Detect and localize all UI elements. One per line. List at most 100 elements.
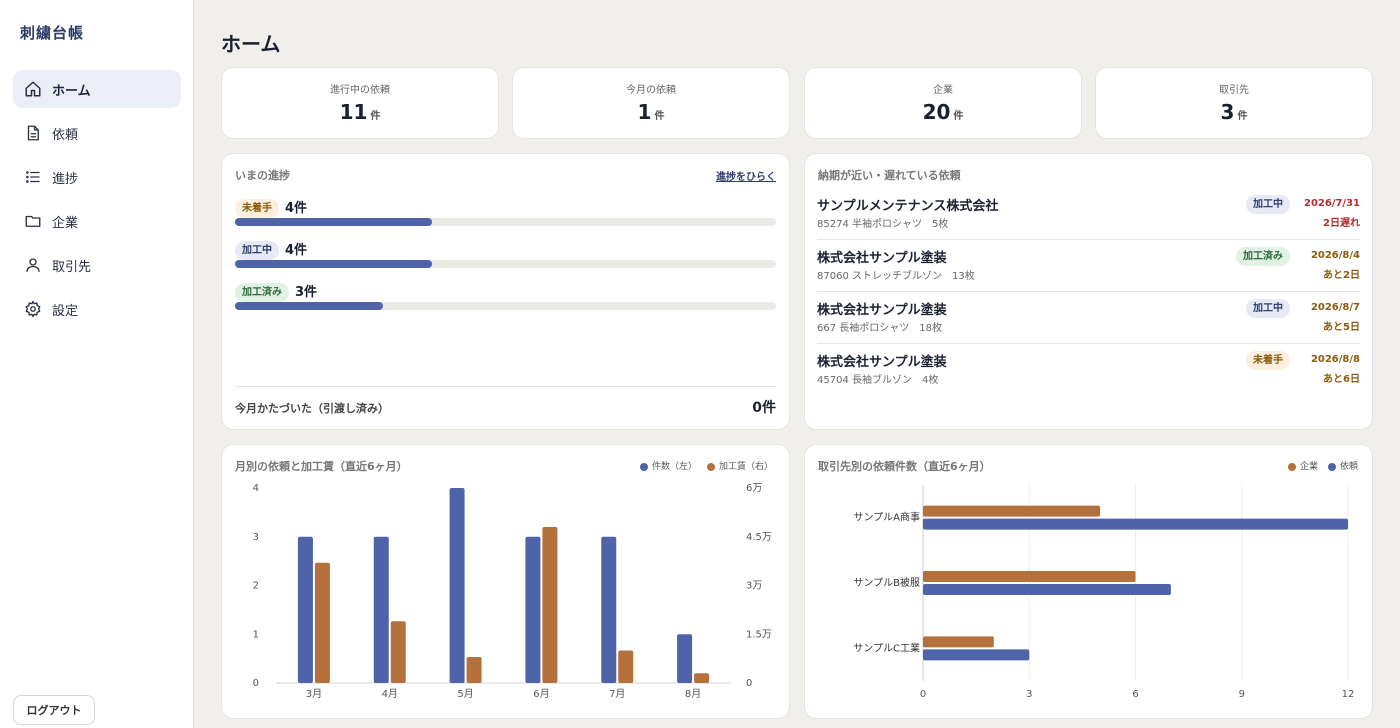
sidebar-item-label: 企業: [52, 215, 79, 231]
divider: [235, 386, 776, 387]
bar-fee: [694, 673, 710, 683]
document-icon: [24, 124, 42, 142]
due-remaining: あと5日: [1323, 322, 1360, 333]
status-badge: 未着手: [235, 199, 279, 218]
sidebar-item-label: 取引先: [52, 259, 92, 275]
y-tick: サンプルA商事: [853, 511, 920, 524]
stat-card-active-requests: 進行中の依頼 11 件: [221, 67, 499, 139]
x-tick: 3月: [306, 688, 322, 700]
due-date: 2026/8/4: [1310, 250, 1360, 261]
due-item[interactable]: 株式会社サンプル塗装 87060 ストレッチブルゾン 13枚 加工済み 2026…: [817, 247, 1360, 299]
stat-value: 11: [339, 100, 368, 124]
status-badge: 加工中: [1246, 195, 1290, 214]
bar-fee: [542, 527, 558, 683]
due-remaining: あと2日: [1323, 270, 1360, 281]
bar-count: [525, 536, 541, 683]
x-tick: 9: [1239, 689, 1245, 700]
stat-label: 企業: [933, 85, 953, 96]
bar-count: [449, 488, 465, 683]
y-tick-right: 3万: [746, 581, 762, 592]
due-item[interactable]: 株式会社サンプル塗装 45704 長袖ブルゾン 4枚 未着手 2026/8/8 …: [817, 351, 1360, 403]
bar-fee: [390, 621, 406, 683]
due-detail: 85274 半袖ポロシャツ 5枚: [817, 219, 949, 230]
x-tick: 6月: [533, 688, 549, 700]
due-company: 株式会社サンプル塗装: [817, 303, 947, 318]
sidebar-nav: ホーム 依頼 進捗 企業 取引先 設定: [13, 70, 181, 334]
y-tick-left: 3: [253, 532, 259, 543]
client-chart-card: 取引先別の依頼件数（直近6ヶ月） 企業 依頼 0 3 6 9 12 サンプルA商事 サンプル…: [804, 444, 1373, 719]
x-tick: 5月: [457, 688, 473, 700]
page-title: ホーム: [221, 32, 281, 56]
sidebar-item-settings[interactable]: 設定: [13, 290, 181, 328]
divider: [817, 239, 1360, 240]
month-done-label: 今月かたづいた（引渡し済み）: [235, 402, 389, 415]
stat-label: 取引先: [1219, 85, 1249, 96]
sidebar: 刺繍台帳 ホーム 依頼 進捗 企業 取引先 設定 ログアウト: [0, 0, 194, 728]
stat-unit: 件: [654, 111, 665, 122]
status-badge: 未着手: [1246, 351, 1290, 370]
sidebar-item-requests[interactable]: 依頼: [13, 114, 181, 152]
status-badge: 加工中: [1246, 299, 1290, 318]
sidebar-item-home[interactable]: ホーム: [13, 70, 181, 108]
bar-request: [923, 518, 1348, 530]
due-company: 株式会社サンプル塗装: [817, 355, 947, 370]
stat-card-companies: 企業 20 件: [804, 67, 1082, 139]
due-date: 2026/8/7: [1310, 302, 1360, 313]
sidebar-item-label: 進捗: [52, 171, 79, 187]
client-chart-svg: 0 3 6 9 12 サンプルA商事サンプルB被服サンプルC工業: [853, 485, 1354, 700]
bar-count: [677, 634, 693, 683]
sidebar-item-label: 依頼: [52, 127, 79, 143]
y-tick-right: 4.5万: [746, 532, 772, 543]
x-tick: 0: [920, 689, 926, 700]
progress-fill: [235, 218, 432, 226]
stat-value: 1: [637, 100, 652, 124]
progress-count: 4件: [285, 243, 308, 258]
x-tick: 6: [1132, 689, 1138, 700]
due-detail: 667 長袖ポロシャツ 18枚: [817, 323, 942, 334]
due-company: 株式会社サンプル塗装: [817, 251, 947, 266]
sidebar-item-progress[interactable]: 進捗: [13, 158, 181, 196]
bar-company: [923, 505, 1101, 517]
y-tick: サンプルB被服: [853, 576, 920, 589]
due-item[interactable]: サンプルメンテナンス株式会社 85274 半袖ポロシャツ 5枚 加工中 2026…: [817, 195, 1360, 247]
progress-fill: [235, 302, 383, 310]
bar-count: [373, 536, 389, 683]
sidebar-item-clients[interactable]: 取引先: [13, 246, 181, 284]
sidebar-item-label: 設定: [52, 303, 79, 319]
stat-value: 3: [1220, 100, 1235, 124]
stat-value: 20: [922, 100, 951, 124]
y-tick-left: 2: [253, 581, 259, 592]
due-item[interactable]: 株式会社サンプル塗装 667 長袖ポロシャツ 18枚 加工中 2026/8/7 …: [817, 299, 1360, 351]
open-progress-link[interactable]: 進捗をひらく: [716, 168, 776, 183]
progress-card: いまの進捗 進捗をひらく 未着手 4件 加工中 4件 加工済み 3件 今月かたづいた（…: [221, 153, 790, 430]
stat-unit: 件: [953, 111, 964, 122]
y-tick-right: 1.5万: [746, 629, 772, 640]
due-detail: 45704 長袖ブルゾン 4枚: [817, 375, 939, 386]
y-tick-right: 6万: [746, 483, 762, 494]
y-tick-left: 4: [253, 483, 259, 494]
due-card: 納期が近い・遅れている依頼 サンプルメンテナンス株式会社 85274 半袖ポロシ…: [804, 153, 1373, 430]
stat-label: 今月の依頼: [626, 85, 676, 96]
bar-company: [923, 571, 1136, 582]
sidebar-item-companies[interactable]: 企業: [13, 202, 181, 240]
progress-row-working: 加工中 4件: [235, 238, 776, 268]
y-tick: サンプルC工業: [853, 641, 920, 654]
monthly-chart-card: 月別の依頼と加工賃（直近6ヶ月） 件数（左） 加工賃（右） 0 1 2 3 4 0 1.5万…: [221, 444, 790, 719]
due-company: サンプルメンテナンス株式会社: [817, 199, 999, 214]
status-badge: 加工中: [235, 241, 279, 260]
y-tick-left: 0: [253, 678, 259, 689]
progress-track: [235, 302, 776, 310]
x-tick: 4月: [382, 688, 398, 700]
logout-button[interactable]: ログアウト: [13, 695, 95, 725]
x-tick: 3: [1026, 689, 1032, 700]
y-tick-left: 1: [253, 629, 259, 640]
progress-count: 4件: [285, 201, 308, 216]
progress-row-done: 加工済み 3件: [235, 280, 776, 310]
due-remaining: 2日遅れ: [1323, 218, 1360, 229]
progress-count: 3件: [295, 285, 318, 300]
brand-title: 刺繍台帳: [20, 24, 85, 42]
bar-request: [923, 584, 1171, 595]
status-badge: 加工済み: [1236, 247, 1290, 266]
list-icon: [24, 168, 42, 186]
x-tick: 8月: [685, 688, 701, 700]
